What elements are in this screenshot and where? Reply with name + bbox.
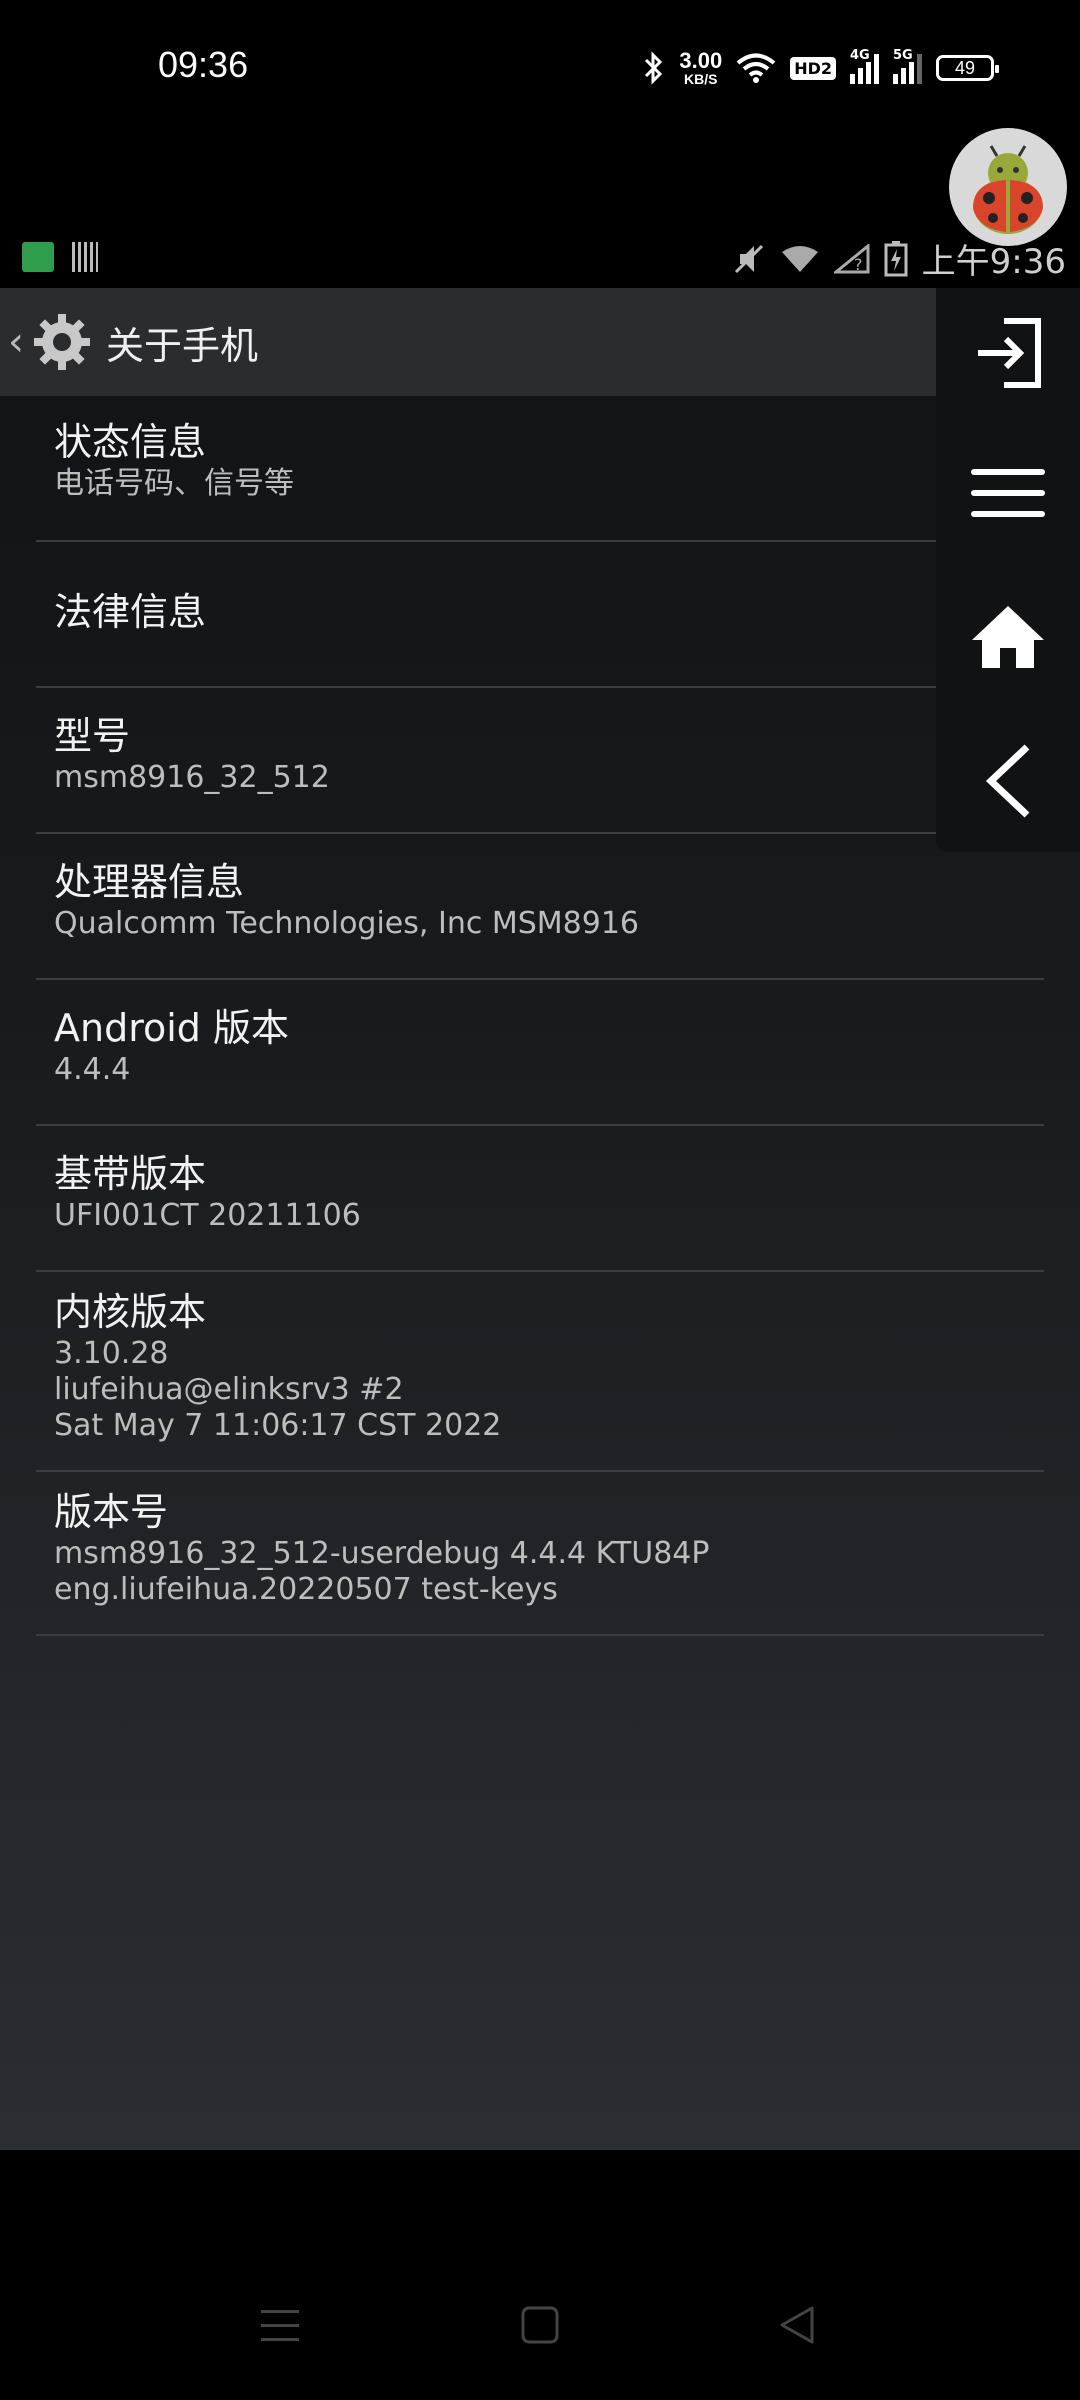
list-item-legal[interactable]: 法律信息 (36, 542, 1044, 688)
up-caret-icon[interactable]: ‹ (8, 319, 24, 365)
android-notification-icon (22, 242, 54, 272)
exit-button[interactable] (936, 288, 1080, 418)
menu-button[interactable] (936, 428, 1080, 558)
barcode-notification-icon (72, 242, 98, 272)
inner-status-bar: ? 上午9:36 (0, 220, 1080, 288)
back-nav-icon[interactable] (772, 2300, 822, 2350)
wifi-icon (736, 53, 776, 83)
status-icons: 3.00 KB/S HD2 4G 5G 49 (641, 48, 999, 88)
list-item-kernel[interactable]: 内核版本 3.10.28 liufeihua@elinksrv3 #2 Sat … (36, 1272, 1044, 1472)
list-item-processor[interactable]: 处理器信息 Qualcomm Technologies, Inc MSM8916 (36, 834, 1044, 980)
mute-icon (734, 244, 763, 273)
ladybug-icon (973, 145, 1043, 234)
system-nav-bar (0, 2150, 1080, 2400)
network-speed: 3.00 KB/S (679, 48, 723, 87)
recent-apps-icon[interactable] (255, 2300, 305, 2350)
home-button[interactable] (936, 572, 1080, 702)
home-icon (972, 606, 1044, 668)
list-item-baseband[interactable]: 基带版本 UFI001CT 20211106 (36, 1126, 1044, 1272)
floating-tool-panel (936, 288, 1080, 852)
inner-battery-icon (884, 240, 908, 276)
system-status-bar: 09:36 3.00 KB/S HD2 4G 5G 49 (0, 0, 1080, 140)
menu-icon (971, 469, 1045, 517)
signal-5g-icon: 5G (893, 48, 922, 84)
signal-4g-icon: 4G (850, 48, 879, 84)
exit-icon (978, 318, 1041, 388)
ladybug-float-button[interactable] (949, 128, 1067, 246)
status-time: 09:36 (158, 44, 249, 85)
svg-text:?: ? (854, 255, 863, 274)
list-item-status[interactable]: 状态信息 电话号码、信号等 (36, 396, 1044, 542)
list-item-android-version[interactable]: Android 版本 4.4.4 (36, 980, 1044, 1126)
battery-icon: 49 (936, 55, 999, 81)
list-item-build-number[interactable]: 版本号 msm8916_32_512-userdebug 4.4.4 KTU84… (36, 1472, 1044, 1636)
back-button[interactable] (936, 716, 1080, 846)
settings-gear-icon[interactable] (30, 310, 94, 374)
action-bar[interactable]: ‹ 关于手机 (0, 288, 1080, 396)
back-icon (985, 744, 1030, 818)
hd-voice-icon: HD2 (790, 56, 836, 80)
list-item-model[interactable]: 型号 msm8916_32_512 (36, 688, 1044, 834)
inner-signal-icon: ? (833, 243, 870, 274)
settings-list: 状态信息 电话号码、信号等 法律信息 型号 msm8916_32_512 处理器… (36, 396, 1044, 1636)
page-title: 关于手机 (106, 323, 259, 368)
home-nav-icon[interactable] (515, 2300, 565, 2350)
inner-wifi-icon (781, 245, 818, 272)
bluetooth-icon (645, 51, 663, 85)
app-screen: ? 上午9:36 ‹ 关于手机 状态信息 电话号码、信号等 法律信息 型号 ms… (0, 220, 1080, 2150)
